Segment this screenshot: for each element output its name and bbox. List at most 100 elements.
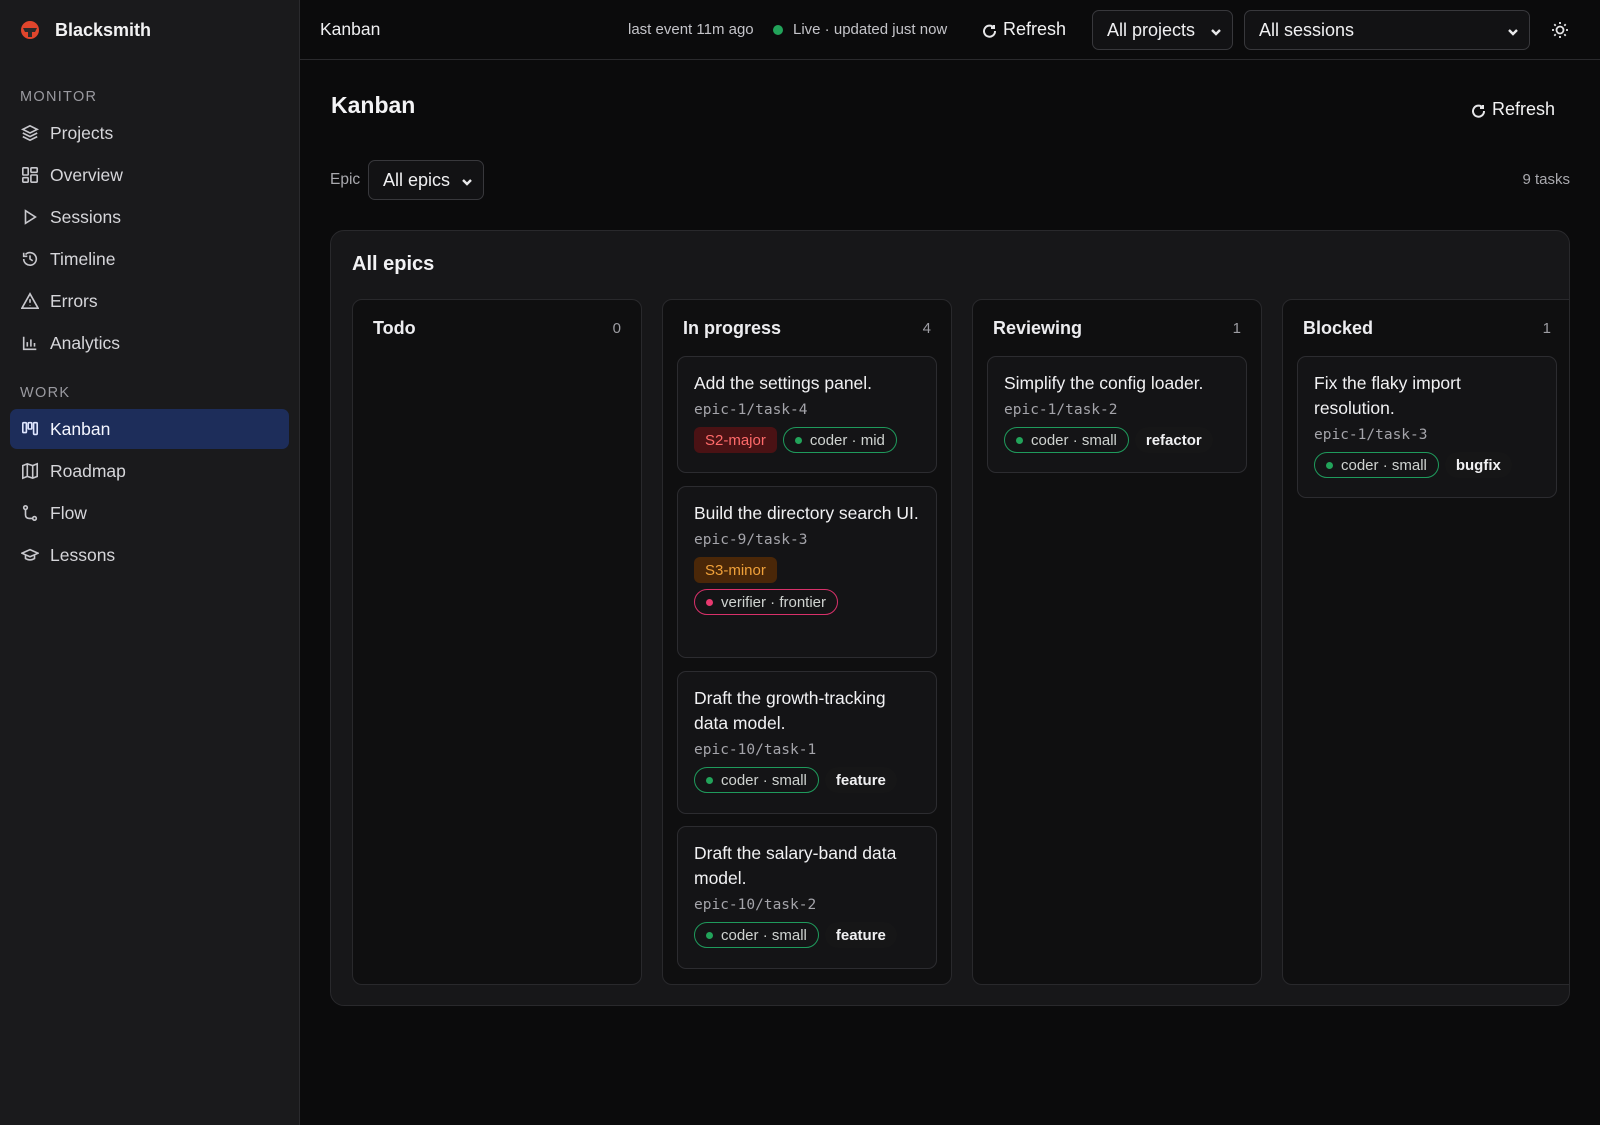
sidebar-item-roadmap[interactable]: Roadmap [10,451,289,491]
sidebar-item-timeline[interactable]: Timeline [10,239,289,279]
topbar-refresh-button[interactable]: Refresh [981,19,1066,40]
task-card[interactable]: Draft the salary-band data model. epic-1… [677,826,937,969]
task-card[interactable]: Build the directory search UI. epic-9/ta… [677,486,937,658]
type-badge: feature [824,922,897,948]
sidebar-item-flow[interactable]: Flow [10,493,289,533]
task-tags: coder · small bugfix [1314,452,1540,478]
flow-icon [20,503,40,523]
nav-section-work: WORK [20,385,71,401]
task-title: Add the settings panel. [694,373,873,393]
status-dot-icon [794,436,802,444]
sidebar-item-label: Roadmap [50,460,126,481]
refresh-label: Refresh [1492,99,1556,119]
layers-icon [20,123,40,143]
sidebar-item-overview[interactable]: Overview [10,155,289,195]
sidebar-item-kanban[interactable]: Kanban [10,409,289,449]
task-tags: coder · small feature [694,922,920,948]
live-status: Live · updated just now [773,21,947,38]
app-name: Blacksmith [55,19,152,40]
task-card[interactable]: Draft the growth-tracking data model. ep… [677,671,937,814]
column-count: 4 [922,320,931,337]
sidebar-item-sessions[interactable]: Sessions [10,197,289,237]
column-header: Blocked 1 [1303,318,1551,339]
task-tags: coder · small refactor [1004,427,1230,453]
column-count: 1 [1232,320,1241,337]
session-select[interactable]: All sessions [1244,10,1530,50]
task-id: epic-10/task-1 [694,742,817,758]
refresh-button[interactable]: Refresh [1470,99,1555,120]
graduation-cap-icon [20,545,40,565]
chevron-down-icon [1209,23,1223,37]
status-dot-icon [1016,436,1023,444]
play-icon [20,207,40,227]
column-header: Reviewing 1 [993,318,1241,339]
status-dot-icon [706,598,713,606]
epic-select-value: All epics [383,169,451,190]
column-blocked: Blocked 1 Fix the flaky import resolutio… [1282,299,1569,985]
column-header: Todo 0 [373,318,621,339]
warning-icon [20,291,40,311]
task-title: Simplify the config loader. [1004,373,1204,393]
agent-badge-label: verifier · frontier [721,593,827,611]
type-badge: refactor [1134,427,1213,453]
task-card[interactable]: Add the settings panel. epic-1/task-4 S2… [677,356,937,473]
sidebar-item-label: Sessions [50,206,122,227]
project-select-value: All projects [1107,19,1196,40]
task-card[interactable]: Fix the flaky import resolution. epic-1/… [1297,356,1557,498]
sidebar-item-errors[interactable]: Errors [10,281,289,321]
task-id: epic-1/task-4 [694,402,808,418]
sidebar-item-label: Timeline [50,248,116,269]
top-bar: Kanban last event 11m ago Live · updated… [300,0,1600,60]
brand[interactable]: Blacksmith [0,0,299,60]
last-event-text: last event 11m ago [628,21,754,38]
sun-icon [1552,22,1568,38]
kanban-icon [20,419,40,439]
severity-badge: S2-major [694,427,777,453]
sidebar-item-analytics[interactable]: Analytics [10,323,289,363]
sidebar-item-label: Flow [50,502,87,523]
task-id: epic-1/task-2 [1004,402,1118,418]
severity-badge: S3-minor [694,557,777,583]
task-tags: coder · small feature [694,767,920,793]
session-select-value: All sessions [1259,19,1355,40]
task-count: 9 tasks [1522,171,1570,188]
task-card[interactable]: Simplify the config loader. epic-1/task-… [987,356,1247,473]
agent-badge: coder · mid [782,427,897,453]
epic-filter-label: Epic [330,171,361,188]
task-title: Build the directory search UI. [694,503,919,523]
sidebar-item-label: Analytics [50,332,121,353]
task-id: epic-1/task-3 [1314,427,1428,443]
status-dot-icon [706,931,713,939]
column-name: In progress [683,318,782,338]
agent-badge-label: coder · small [1031,431,1117,449]
column-reviewing: Reviewing 1 Simplify the config loader. … [972,299,1262,985]
task-title: Fix the flaky import resolution. [1314,373,1461,418]
agent-badge-label: coder · small [721,771,807,789]
sidebar-item-lessons[interactable]: Lessons [10,535,289,575]
task-title: Draft the salary-band data model. [694,843,897,888]
agent-badge-label: coder · small [721,926,807,944]
status-dot-icon [1326,461,1333,469]
agent-badge-label: coder · mid [809,431,885,449]
sidebar-item-projects[interactable]: Projects [10,113,289,153]
chevron-down-icon [1506,23,1520,37]
map-icon [20,461,40,481]
theme-toggle-button[interactable] [1550,20,1570,40]
column-name: Reviewing [993,318,1083,338]
refresh-icon [1472,104,1486,118]
live-status-text: Live · updated just now [793,21,948,38]
epic-select[interactable]: All epics [368,160,484,200]
grid-icon [20,165,40,185]
column-header: In progress 4 [683,318,931,339]
board-title: All epics [352,253,435,275]
page-title: Kanban [331,92,416,118]
blacksmith-logo-icon [19,19,41,41]
agent-badge: coder · small [1314,452,1439,478]
agent-badge: coder · small [694,767,819,793]
column-name: Todo [373,318,416,338]
agent-badge: coder · small [1004,427,1129,453]
project-select[interactable]: All projects [1092,10,1233,50]
type-badge: bugfix [1444,452,1512,478]
refresh-label: Refresh [1003,19,1067,39]
column-name: Blocked [1303,318,1374,338]
